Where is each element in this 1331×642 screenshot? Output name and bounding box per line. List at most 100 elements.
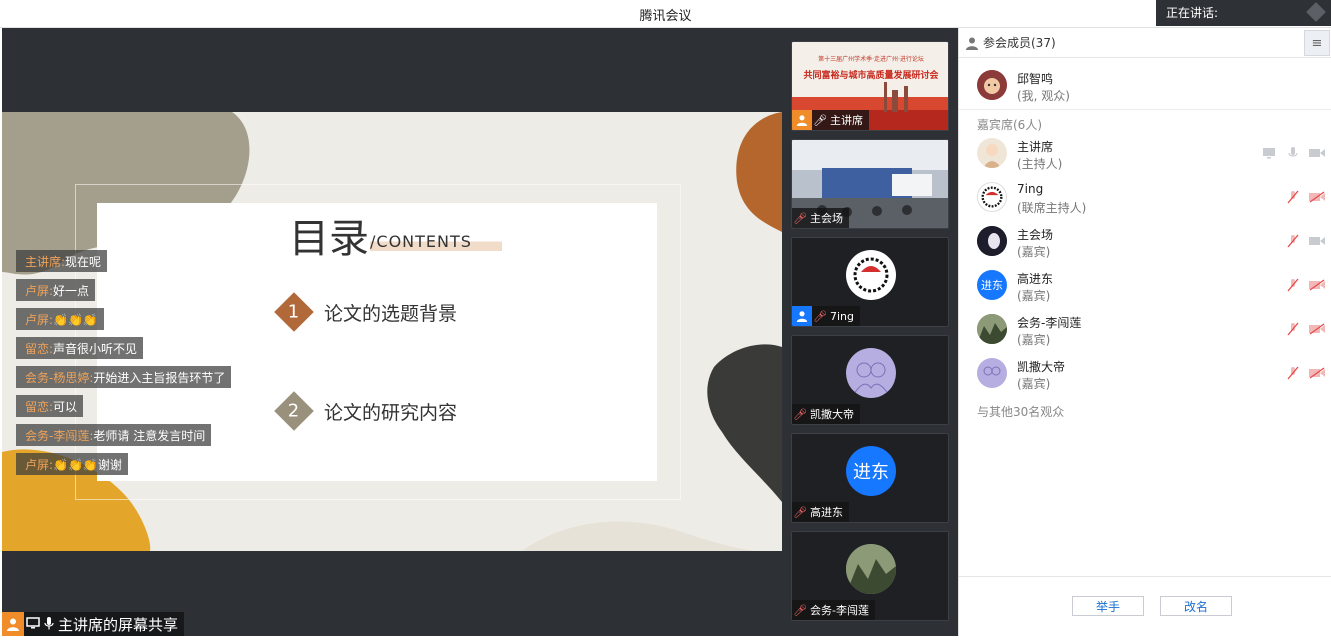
shared-slide: 目录 /CONTENTS 1 论文的选题背景 2 论文的研究内容 — [2, 112, 782, 551]
member-status-icons — [1285, 278, 1325, 292]
avatar — [977, 138, 1007, 168]
microphone-muted-icon[interactable] — [1285, 278, 1301, 292]
members-panel: 参会成员(37) ≡ 邱智鸣 (我, 观众) 嘉宾席(6人) 主讲席 (主持人)… — [958, 28, 1331, 636]
other-audience-link[interactable]: 与其他30名观众 — [977, 403, 1064, 420]
member-name: 主会场 — [1017, 228, 1054, 242]
guest-section-label: 嘉宾席(6人) — [977, 118, 1042, 132]
member-name: 7ing — [1017, 182, 1044, 196]
shared-screen-stage: 目录 /CONTENTS 1 论文的选题背景 2 论文的研究内容 主讲席:现在呢… — [2, 28, 782, 636]
screen-share-icon — [26, 616, 40, 632]
video-tile[interactable]: 🎤︎ 7ing — [791, 237, 949, 327]
avatar — [977, 314, 1007, 344]
tile-name-bar: 🎤︎ 主讲席 — [792, 110, 869, 130]
video-tile[interactable]: 第十三届广州学术季·走进广州·进行论坛 共同富裕与城市高质量发展研讨会 🎤︎ 主… — [791, 41, 949, 131]
avatar — [977, 358, 1007, 388]
slide-title: 目录 — [289, 216, 369, 262]
tile-name: 主讲席 — [830, 114, 863, 127]
raise-hand-button[interactable]: 举手 — [1072, 596, 1144, 616]
user-avatar-icon — [792, 306, 812, 326]
member-role: (我, 观众) — [1017, 89, 1070, 103]
speaking-indicator: 正在讲话: — [1156, 0, 1331, 26]
chat-message: 卢屏:👏👏👏谢谢 — [16, 453, 128, 475]
avatar — [977, 226, 1007, 256]
camera-icon[interactable] — [1309, 146, 1325, 160]
member-role: (联席主持人) — [1017, 201, 1087, 215]
camera-icon[interactable] — [1309, 234, 1325, 248]
microphone-muted-icon[interactable] — [1285, 366, 1301, 380]
microphone-icon — [44, 616, 54, 633]
member-role: (嘉宾) — [1017, 377, 1051, 391]
members-panel-header: 参会成员(37) ≡ — [959, 28, 1331, 58]
camera-off-icon[interactable] — [1309, 278, 1325, 292]
microphone-muted-icon[interactable] — [1285, 322, 1301, 336]
rename-button[interactable]: 改名 — [1160, 596, 1232, 616]
microphone-icon: 🎤︎ — [813, 113, 827, 127]
speaking-label: 正在讲话: — [1166, 6, 1219, 20]
video-tile[interactable]: 🎤︎ 会务-李闯莲 — [791, 531, 949, 621]
chat-message: 卢屏:👏👏👏 — [16, 308, 104, 330]
member-status-icons — [1285, 322, 1325, 336]
members-panel-footer: 举手 改名 — [959, 576, 1331, 636]
avatar: 进东 — [977, 270, 1007, 300]
screen-share-owner: 主讲席的屏幕共享 — [58, 615, 179, 634]
member-role: (嘉宾) — [1017, 289, 1051, 303]
screen-share-icon — [1261, 146, 1277, 160]
microphone-muted-icon[interactable] — [1285, 234, 1301, 248]
member-status-icons — [1285, 366, 1325, 380]
microphone-muted-icon: 🎤︎ — [793, 211, 807, 225]
avatar: 进东 — [846, 446, 896, 496]
tile-name-bar: 🎤︎ 7ing — [792, 306, 861, 326]
chat-message: 会务-李闯莲:老师请 注意发言时间 — [16, 424, 212, 446]
member-row[interactable]: 会务-李闯莲 (嘉宾) — [975, 310, 1325, 350]
slide-subtitle: /CONTENTS — [370, 232, 502, 251]
video-tile[interactable]: 进东 🎤︎ 高进东 — [791, 433, 949, 523]
menu-icon[interactable]: ≡ — [1304, 30, 1330, 56]
member-name: 主讲席 — [1017, 140, 1054, 154]
tile-name: 会务-李闯莲 — [810, 604, 869, 617]
user-avatar-icon — [2, 612, 24, 636]
member-me[interactable]: 邱智鸣 (我, 观众) — [975, 66, 1325, 106]
slide-item-text-2: 论文的研究内容 — [324, 401, 458, 424]
microphone-muted-icon: 🎤︎ — [793, 505, 807, 519]
tile-name: 凯撒大帝 — [810, 408, 854, 421]
chat-message: 会务-杨思婷:开始进入主旨报告环节了 — [16, 366, 232, 388]
video-tile[interactable]: 🎤︎ 凯撒大帝 — [791, 335, 949, 425]
window-title: 腾讯会议 — [639, 9, 692, 24]
member-name: 高进东 — [1017, 272, 1054, 286]
member-row[interactable]: 进东 高进东 (嘉宾) — [975, 266, 1325, 306]
avatar — [846, 348, 896, 398]
chat-message: 留恋:可以 — [16, 395, 84, 417]
microphone-muted-icon[interactable] — [1285, 190, 1301, 204]
camera-off-icon[interactable] — [1309, 190, 1325, 204]
slide-item-text-1: 论文的选题背景 — [324, 302, 458, 325]
tile-name-bar: 🎤︎ 凯撒大帝 — [792, 404, 860, 424]
microphone-muted-icon: 🎤︎ — [793, 603, 807, 617]
member-name: 会务-李闯莲 — [1017, 316, 1082, 330]
tile-name: 高进东 — [810, 506, 843, 519]
tile-name: 7ing — [830, 309, 855, 323]
screen-share-label: 主讲席的屏幕共享 — [2, 612, 185, 636]
collapse-icon[interactable] — [1306, 2, 1326, 22]
slide-item-number-2: 2 — [274, 391, 314, 431]
video-tile[interactable]: 🎤︎ 主会场 — [791, 139, 949, 229]
camera-off-icon[interactable] — [1309, 322, 1325, 336]
member-row[interactable]: 主会场 (嘉宾) — [975, 222, 1325, 262]
avatar — [977, 182, 1007, 212]
member-row[interactable]: 主讲席 (主持人) — [975, 134, 1325, 174]
tile-name-bar: 🎤︎ 主会场 — [792, 208, 849, 228]
member-status-icons — [1285, 190, 1325, 204]
members-panel-title: 参会成员(37) — [983, 36, 1056, 50]
camera-off-icon[interactable] — [1309, 366, 1325, 380]
member-row[interactable]: 凯撒大帝 (嘉宾) — [975, 354, 1325, 394]
chat-message: 卢屏:好一点 — [16, 279, 96, 301]
member-role: (嘉宾) — [1017, 245, 1051, 259]
avatar — [846, 250, 896, 300]
divider — [959, 109, 1331, 110]
microphone-icon[interactable] — [1285, 146, 1301, 160]
tile-name-bar: 🎤︎ 会务-李闯莲 — [792, 600, 875, 620]
slide-item-2: 2 论文的研究内容 — [274, 391, 458, 431]
member-status-icons — [1285, 234, 1325, 248]
member-row[interactable]: 7ing (联席主持人) — [975, 178, 1325, 218]
tile-name: 主会场 — [810, 212, 843, 225]
title-bar: 腾讯会议 正在讲话: — [0, 0, 1331, 28]
